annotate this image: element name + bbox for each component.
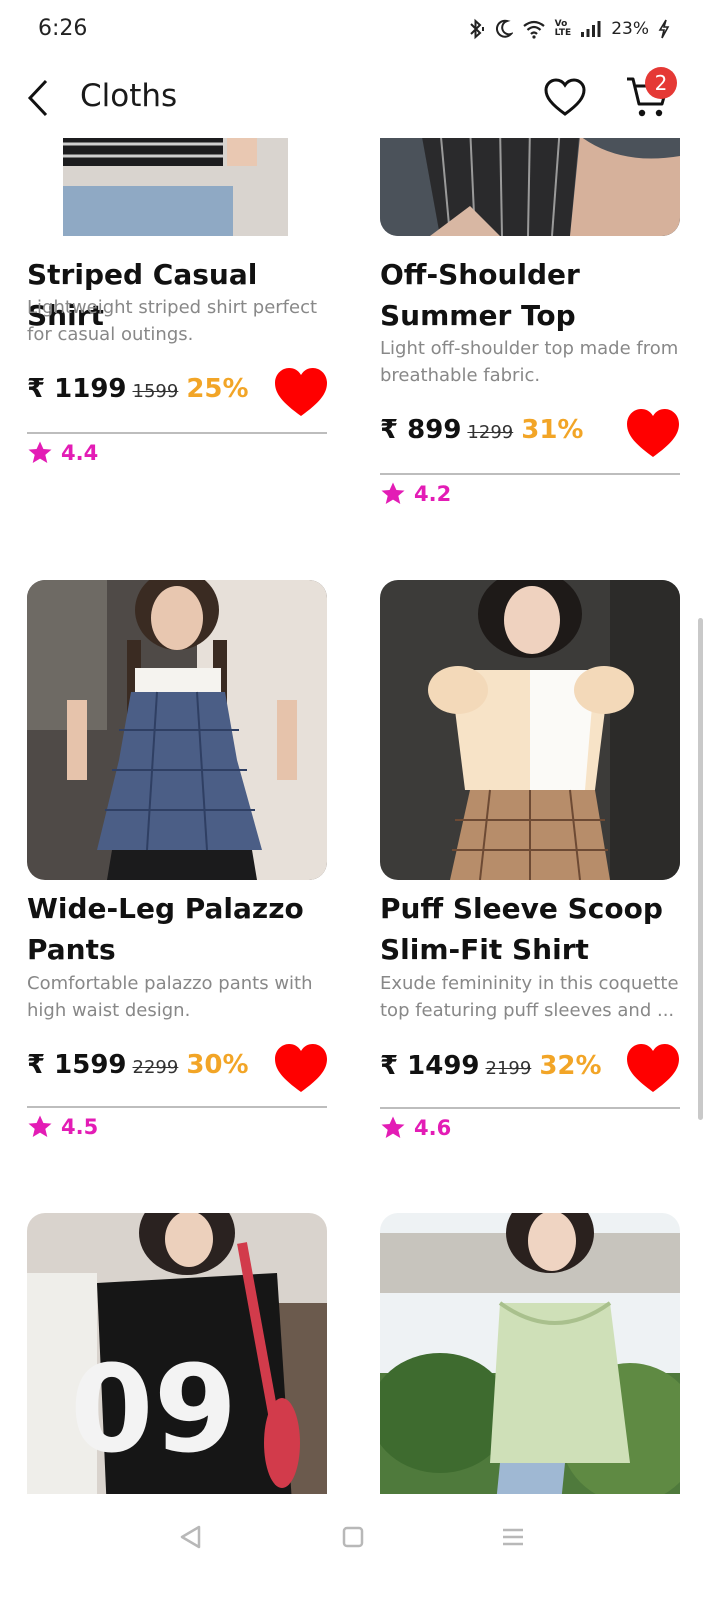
product-discount: 32% xyxy=(539,1051,602,1081)
product-discount: 30% xyxy=(186,1050,249,1080)
volte-bottom-text: LTE xyxy=(554,28,572,38)
product-card[interactable]: Striped Casual Shirt Lightweight striped… xyxy=(27,138,327,476)
product-discount: 25% xyxy=(186,374,249,404)
page-title: Cloths xyxy=(80,78,178,114)
divider xyxy=(27,432,327,434)
moon-icon xyxy=(495,19,513,38)
wifi-icon xyxy=(522,20,545,39)
status-bar: 6:26 Vo LTE 23% xyxy=(0,0,720,60)
app-bar: Cloths xyxy=(0,60,720,138)
product-card[interactable]: Puff Sleeve Scoop Slim-Fit Shirt Exude f… xyxy=(380,580,681,1140)
nav-back-button[interactable] xyxy=(172,1518,212,1558)
rating: 4.5 xyxy=(27,1114,98,1140)
product-image[interactable]: 60 xyxy=(27,1213,327,1494)
rating-value: 4.2 xyxy=(414,482,452,506)
menu-icon xyxy=(503,1528,523,1546)
product-old-price: 2199 xyxy=(485,1058,532,1079)
product-description: Light off-shoulder top made from breatha… xyxy=(380,338,679,386)
cart-count-badge: 2 xyxy=(645,67,677,99)
product-description: Lightweight striped shirt perfect for ca… xyxy=(27,297,318,345)
wishlist-button[interactable] xyxy=(543,76,587,120)
favorite-button[interactable] xyxy=(625,1042,681,1094)
star-icon xyxy=(28,1115,52,1137)
product-price: ₹ 1499 xyxy=(380,1051,480,1081)
product-old-price: 2299 xyxy=(132,1057,179,1078)
rating: 4.4 xyxy=(27,440,98,466)
product-name[interactable]: Puff Sleeve Scoop Slim-Fit Shirt xyxy=(380,888,680,970)
product-image[interactable] xyxy=(27,580,327,880)
signal-icon xyxy=(581,21,601,37)
rating-value: 4.4 xyxy=(61,441,99,465)
product-description: Exude femininity in this coquette top fe… xyxy=(380,973,679,1021)
heart-outline-icon xyxy=(544,78,586,116)
product-grid[interactable]: Striped Casual Shirt Lightweight striped… xyxy=(0,138,720,1494)
system-nav-bar xyxy=(0,1494,720,1600)
status-time: 6:26 xyxy=(38,16,88,41)
divider xyxy=(380,1107,680,1109)
product-image[interactable] xyxy=(380,1213,680,1494)
product-price: ₹ 899 xyxy=(380,415,462,445)
square-home-icon xyxy=(342,1526,364,1548)
scrollbar[interactable] xyxy=(698,618,703,1120)
favorite-button[interactable] xyxy=(273,366,329,418)
favorite-button[interactable] xyxy=(625,407,681,459)
heart-filled-icon xyxy=(275,368,327,416)
battery-percent: 23% xyxy=(611,19,649,39)
heart-filled-icon xyxy=(275,1044,327,1092)
product-name[interactable]: Wide-Leg Palazzo Pants xyxy=(27,888,327,970)
nav-menu-button[interactable] xyxy=(493,1518,533,1558)
charging-icon xyxy=(658,19,670,39)
product-card[interactable]: 60 xyxy=(27,1213,327,1494)
product-card[interactable]: Off-Shoulder Summer Top Light off-should… xyxy=(380,138,680,516)
product-card[interactable] xyxy=(380,1213,680,1494)
product-image[interactable] xyxy=(27,138,327,236)
product-image[interactable] xyxy=(380,580,680,880)
product-old-price: 1299 xyxy=(467,422,514,443)
heart-filled-icon xyxy=(627,409,679,457)
product-image[interactable] xyxy=(380,138,680,236)
product-name[interactable]: Off-Shoulder Summer Top xyxy=(380,254,680,336)
product-old-price: 1599 xyxy=(132,381,179,402)
status-icons: Vo LTE 23% xyxy=(466,18,670,40)
product-price: ₹ 1199 xyxy=(27,374,127,404)
bluetooth-icon xyxy=(469,18,484,40)
favorite-button[interactable] xyxy=(273,1042,329,1094)
star-icon xyxy=(28,441,52,463)
volte-indicator: Vo LTE xyxy=(555,20,572,38)
product-description: Comfortable palazzo pants with high wais… xyxy=(27,973,313,1021)
rating-value: 4.5 xyxy=(61,1115,99,1139)
divider xyxy=(380,473,680,475)
heart-filled-icon xyxy=(627,1044,679,1092)
product-discount: 31% xyxy=(521,415,584,445)
nav-home-button[interactable] xyxy=(333,1518,373,1558)
star-icon xyxy=(381,1116,405,1138)
back-button[interactable] xyxy=(22,76,58,120)
triangle-back-icon xyxy=(180,1525,201,1549)
divider xyxy=(27,1106,327,1108)
product-price: ₹ 1599 xyxy=(27,1050,127,1080)
svg-text:60: 60 xyxy=(70,1334,237,1473)
product-card[interactable]: Wide-Leg Palazzo Pants Comfortable palaz… xyxy=(27,580,329,1139)
rating: 4.2 xyxy=(380,481,451,507)
star-icon xyxy=(381,482,405,504)
rating-value: 4.6 xyxy=(414,1116,452,1140)
chevron-left-icon xyxy=(27,79,48,117)
rating: 4.6 xyxy=(380,1115,451,1141)
